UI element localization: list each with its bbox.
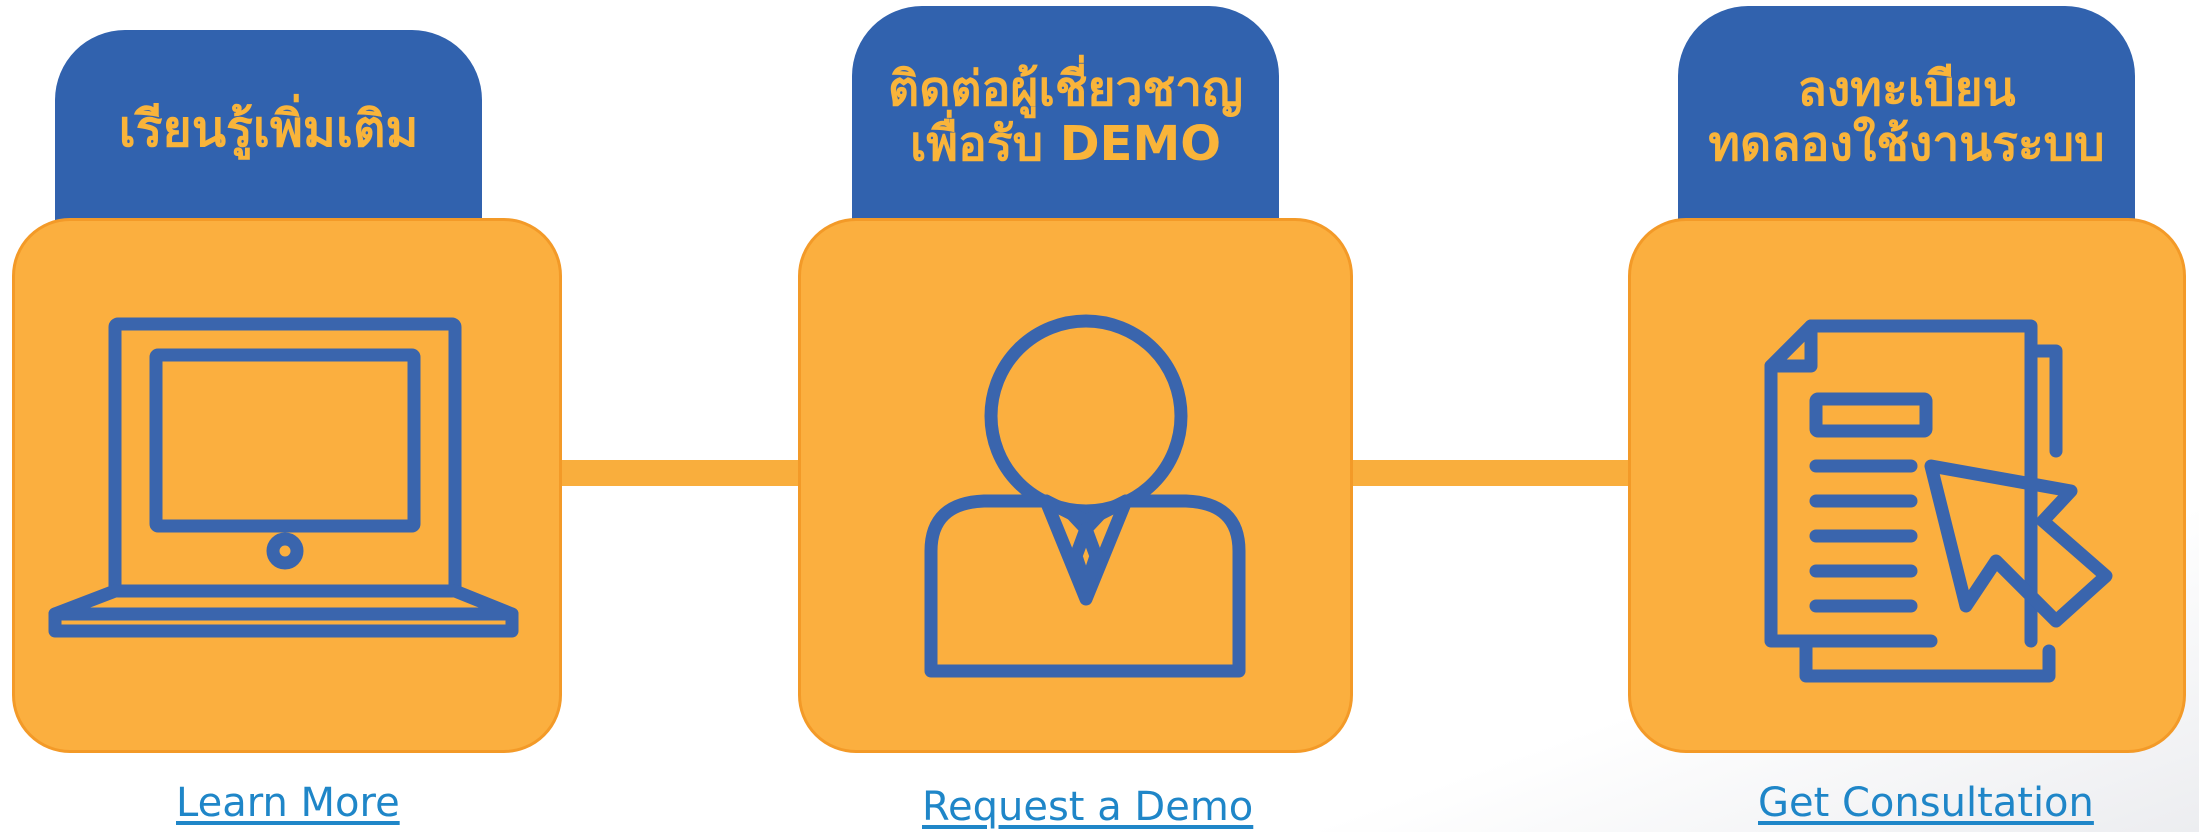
step-title-tab: เรียนรู้เพิ่มเติม <box>55 30 482 230</box>
step-title-line: ติดต่อผู้เชี่ยวชาญ <box>888 60 1243 117</box>
step-title-line: เพื่อรับ DEMO <box>909 116 1222 172</box>
step-title-line: เรียนรู้เพิ่มเติม <box>118 100 419 159</box>
step-tile[interactable] <box>12 218 562 753</box>
document-cursor-icon <box>1764 319 2113 683</box>
step-title-tab: ลงทะเบียน ทดลองใช้งานระบบ <box>1678 6 2135 228</box>
step-tile[interactable] <box>798 218 1353 753</box>
laptop-icon <box>48 317 519 638</box>
step-tile[interactable] <box>1628 218 2186 753</box>
connector-line-2 <box>1350 460 1635 486</box>
learn-more-link[interactable]: Learn More <box>176 780 400 826</box>
step-title-tab: ติดต่อผู้เชี่ยวชาญ เพื่อรับ DEMO <box>852 6 1279 228</box>
step-title-line: ลงทะเบียน <box>1797 60 2016 117</box>
person-icon <box>924 314 1246 678</box>
get-consultation-link[interactable]: Get Consultation <box>1758 780 2094 826</box>
step-title-line: ทดลองใช้งานระบบ <box>1708 116 2105 172</box>
connector-line-1 <box>555 460 805 486</box>
request-demo-link[interactable]: Request a Demo <box>922 784 1253 830</box>
